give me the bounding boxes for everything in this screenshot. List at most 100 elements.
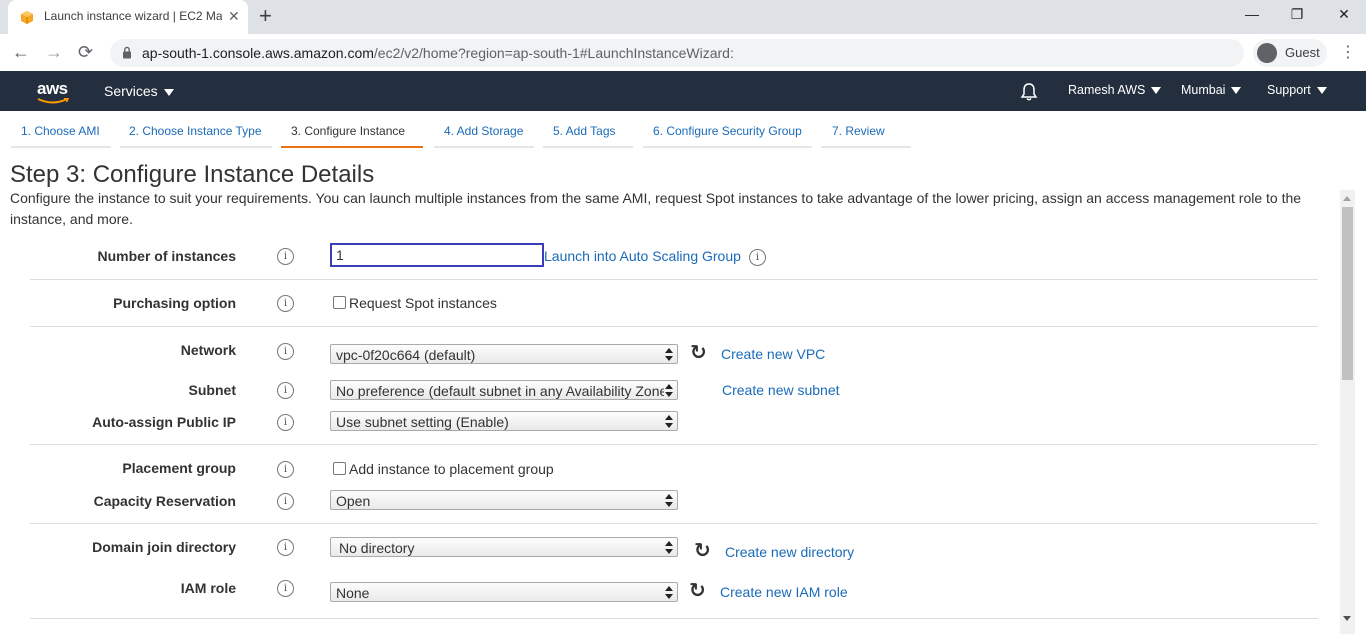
lock-icon xyxy=(123,46,131,59)
page-title: Step 3: Configure Instance Details xyxy=(10,161,375,188)
select-arrows-icon xyxy=(664,345,674,363)
step-underline xyxy=(11,146,111,148)
info-icon[interactable]: i xyxy=(277,382,294,399)
select-arrows-icon xyxy=(664,583,674,601)
info-icon[interactable]: i xyxy=(277,539,294,556)
aws-smile-icon xyxy=(37,98,69,104)
purchasing-option-label: Purchasing option xyxy=(113,295,236,311)
page-description: Configure the instance to suit your requ… xyxy=(10,190,1302,227)
create-new-subnet-link[interactable]: Create new subnet xyxy=(722,382,840,398)
chevron-down-icon xyxy=(1231,87,1242,95)
step-choose-instance-type[interactable]: 2. Choose Instance Type xyxy=(129,124,262,138)
aws-logo[interactable]: aws xyxy=(37,79,68,99)
network-select[interactable]: vpc-0f20c664 (default) xyxy=(330,344,678,364)
restore-button[interactable]: ❐ xyxy=(1287,6,1307,23)
support-menu[interactable]: Support xyxy=(1267,83,1327,97)
profile-avatar-icon xyxy=(1257,43,1277,63)
scroll-down-icon[interactable] xyxy=(1343,616,1351,621)
step-choose-ami[interactable]: 1. Choose AMI xyxy=(21,124,100,138)
close-window-button[interactable]: ✕ xyxy=(1334,6,1354,23)
url-host: ap-south-1.console.aws.amazon.com xyxy=(142,45,374,61)
divider xyxy=(30,523,1318,524)
divider xyxy=(30,279,1318,280)
iam-role-select[interactable]: None xyxy=(330,582,678,602)
browser-tab[interactable]: Launch instance wizard | EC2 Management … xyxy=(8,0,248,34)
divider xyxy=(30,618,1318,619)
divider xyxy=(30,444,1318,445)
bell-icon[interactable] xyxy=(1019,82,1039,102)
info-icon[interactable]: i xyxy=(277,461,294,478)
divider xyxy=(30,326,1318,327)
launch-auto-scaling-link[interactable]: Launch into Auto Scaling Group xyxy=(544,248,741,264)
tab-close-icon[interactable]: ✕ xyxy=(228,8,240,24)
create-new-directory-link[interactable]: Create new directory xyxy=(725,544,854,560)
info-icon[interactable]: i xyxy=(277,343,294,360)
account-menu[interactable]: Ramesh AWS xyxy=(1068,83,1162,97)
create-new-vpc-link[interactable]: Create new VPC xyxy=(721,346,825,362)
region-label: Mumbai xyxy=(1181,83,1226,97)
forward-button[interactable]: → xyxy=(45,42,63,62)
services-menu[interactable]: Services xyxy=(104,83,174,99)
info-icon[interactable]: i xyxy=(749,249,766,266)
scroll-up-icon[interactable] xyxy=(1343,196,1351,201)
capacity-reservation-value: Open xyxy=(336,493,371,509)
info-icon[interactable]: i xyxy=(277,295,294,312)
info-icon[interactable]: i xyxy=(277,248,294,265)
step-add-storage[interactable]: 4. Add Storage xyxy=(444,124,523,138)
domain-join-directory-select[interactable]: No directory xyxy=(330,537,678,557)
step-underline xyxy=(434,146,534,148)
info-icon[interactable]: i xyxy=(277,414,294,431)
spot-instances-label: Request Spot instances xyxy=(349,295,497,311)
chevron-down-icon xyxy=(1151,87,1162,95)
info-icon[interactable]: i xyxy=(277,580,294,597)
auto-assign-public-ip-select[interactable]: Use subnet setting (Enable) xyxy=(330,411,678,431)
new-tab-button[interactable]: + xyxy=(259,4,272,28)
placement-group-checkbox-label: Add instance to placement group xyxy=(349,461,554,477)
account-label: Ramesh AWS xyxy=(1068,83,1146,97)
step-configure-instance[interactable]: 3. Configure Instance xyxy=(291,124,405,138)
public-ip-value: Use subnet setting (Enable) xyxy=(336,414,509,430)
browser-toolbar: ← → ⟳ ap-south-1.console.aws.amazon.com/… xyxy=(0,34,1366,72)
refresh-icon[interactable]: ↻ xyxy=(689,581,706,601)
iam-role-value: None xyxy=(336,585,370,601)
step-review[interactable]: 7. Review xyxy=(832,124,885,138)
reload-button[interactable]: ⟳ xyxy=(78,42,93,62)
subnet-value: No preference (default subnet in any Ava… xyxy=(336,383,672,399)
info-icon[interactable]: i xyxy=(277,493,294,510)
subnet-select[interactable]: No preference (default subnet in any Ava… xyxy=(330,380,678,400)
network-value: vpc-0f20c664 (default) xyxy=(336,347,476,363)
refresh-icon[interactable]: ↻ xyxy=(690,343,707,363)
step-add-tags[interactable]: 5. Add Tags xyxy=(553,124,616,138)
network-label: Network xyxy=(180,342,236,358)
iam-role-label: IAM role xyxy=(180,580,236,596)
select-arrows-icon xyxy=(664,538,674,556)
subnet-label: Subnet xyxy=(188,382,236,398)
chevron-down-icon xyxy=(1316,87,1327,95)
refresh-icon[interactable]: ↻ xyxy=(694,541,711,561)
scrollbar-thumb[interactable] xyxy=(1342,207,1353,380)
back-button[interactable]: ← xyxy=(12,42,30,62)
spot-instances-checkbox[interactable] xyxy=(333,296,346,309)
capacity-reservation-select[interactable]: Open xyxy=(330,490,678,510)
address-bar[interactable]: ap-south-1.console.aws.amazon.com/ec2/v2… xyxy=(110,39,1244,67)
minimize-button[interactable]: — xyxy=(1242,6,1262,22)
domain-join-directory-label: Domain join directory xyxy=(92,539,236,555)
configure-instance-form: Number of instances i 1 Launch into Auto… xyxy=(0,240,1340,634)
browser-menu-icon[interactable]: ⋮ xyxy=(1340,42,1356,62)
select-arrows-icon xyxy=(664,491,674,509)
auto-assign-public-ip-label: Auto-assign Public IP xyxy=(92,414,236,430)
profile-button[interactable]: Guest xyxy=(1253,39,1327,67)
number-of-instances-input[interactable]: 1 xyxy=(330,243,544,267)
step-configure-security-group[interactable]: 6. Configure Security Group xyxy=(653,124,802,138)
placement-group-checkbox[interactable] xyxy=(333,462,346,475)
browser-tab-bar: Launch instance wizard | EC2 Management … xyxy=(0,0,1366,34)
step-underline xyxy=(821,146,911,148)
capacity-reservation-label: Capacity Reservation xyxy=(93,493,236,509)
region-menu[interactable]: Mumbai xyxy=(1181,83,1242,97)
create-new-iam-role-link[interactable]: Create new IAM role xyxy=(720,584,848,600)
url-text: ap-south-1.console.aws.amazon.com/ec2/v2… xyxy=(142,45,734,61)
select-arrows-icon xyxy=(664,381,674,399)
chevron-down-icon xyxy=(163,88,174,96)
number-of-instances-label: Number of instances xyxy=(97,248,236,264)
profile-label: Guest xyxy=(1285,45,1320,60)
